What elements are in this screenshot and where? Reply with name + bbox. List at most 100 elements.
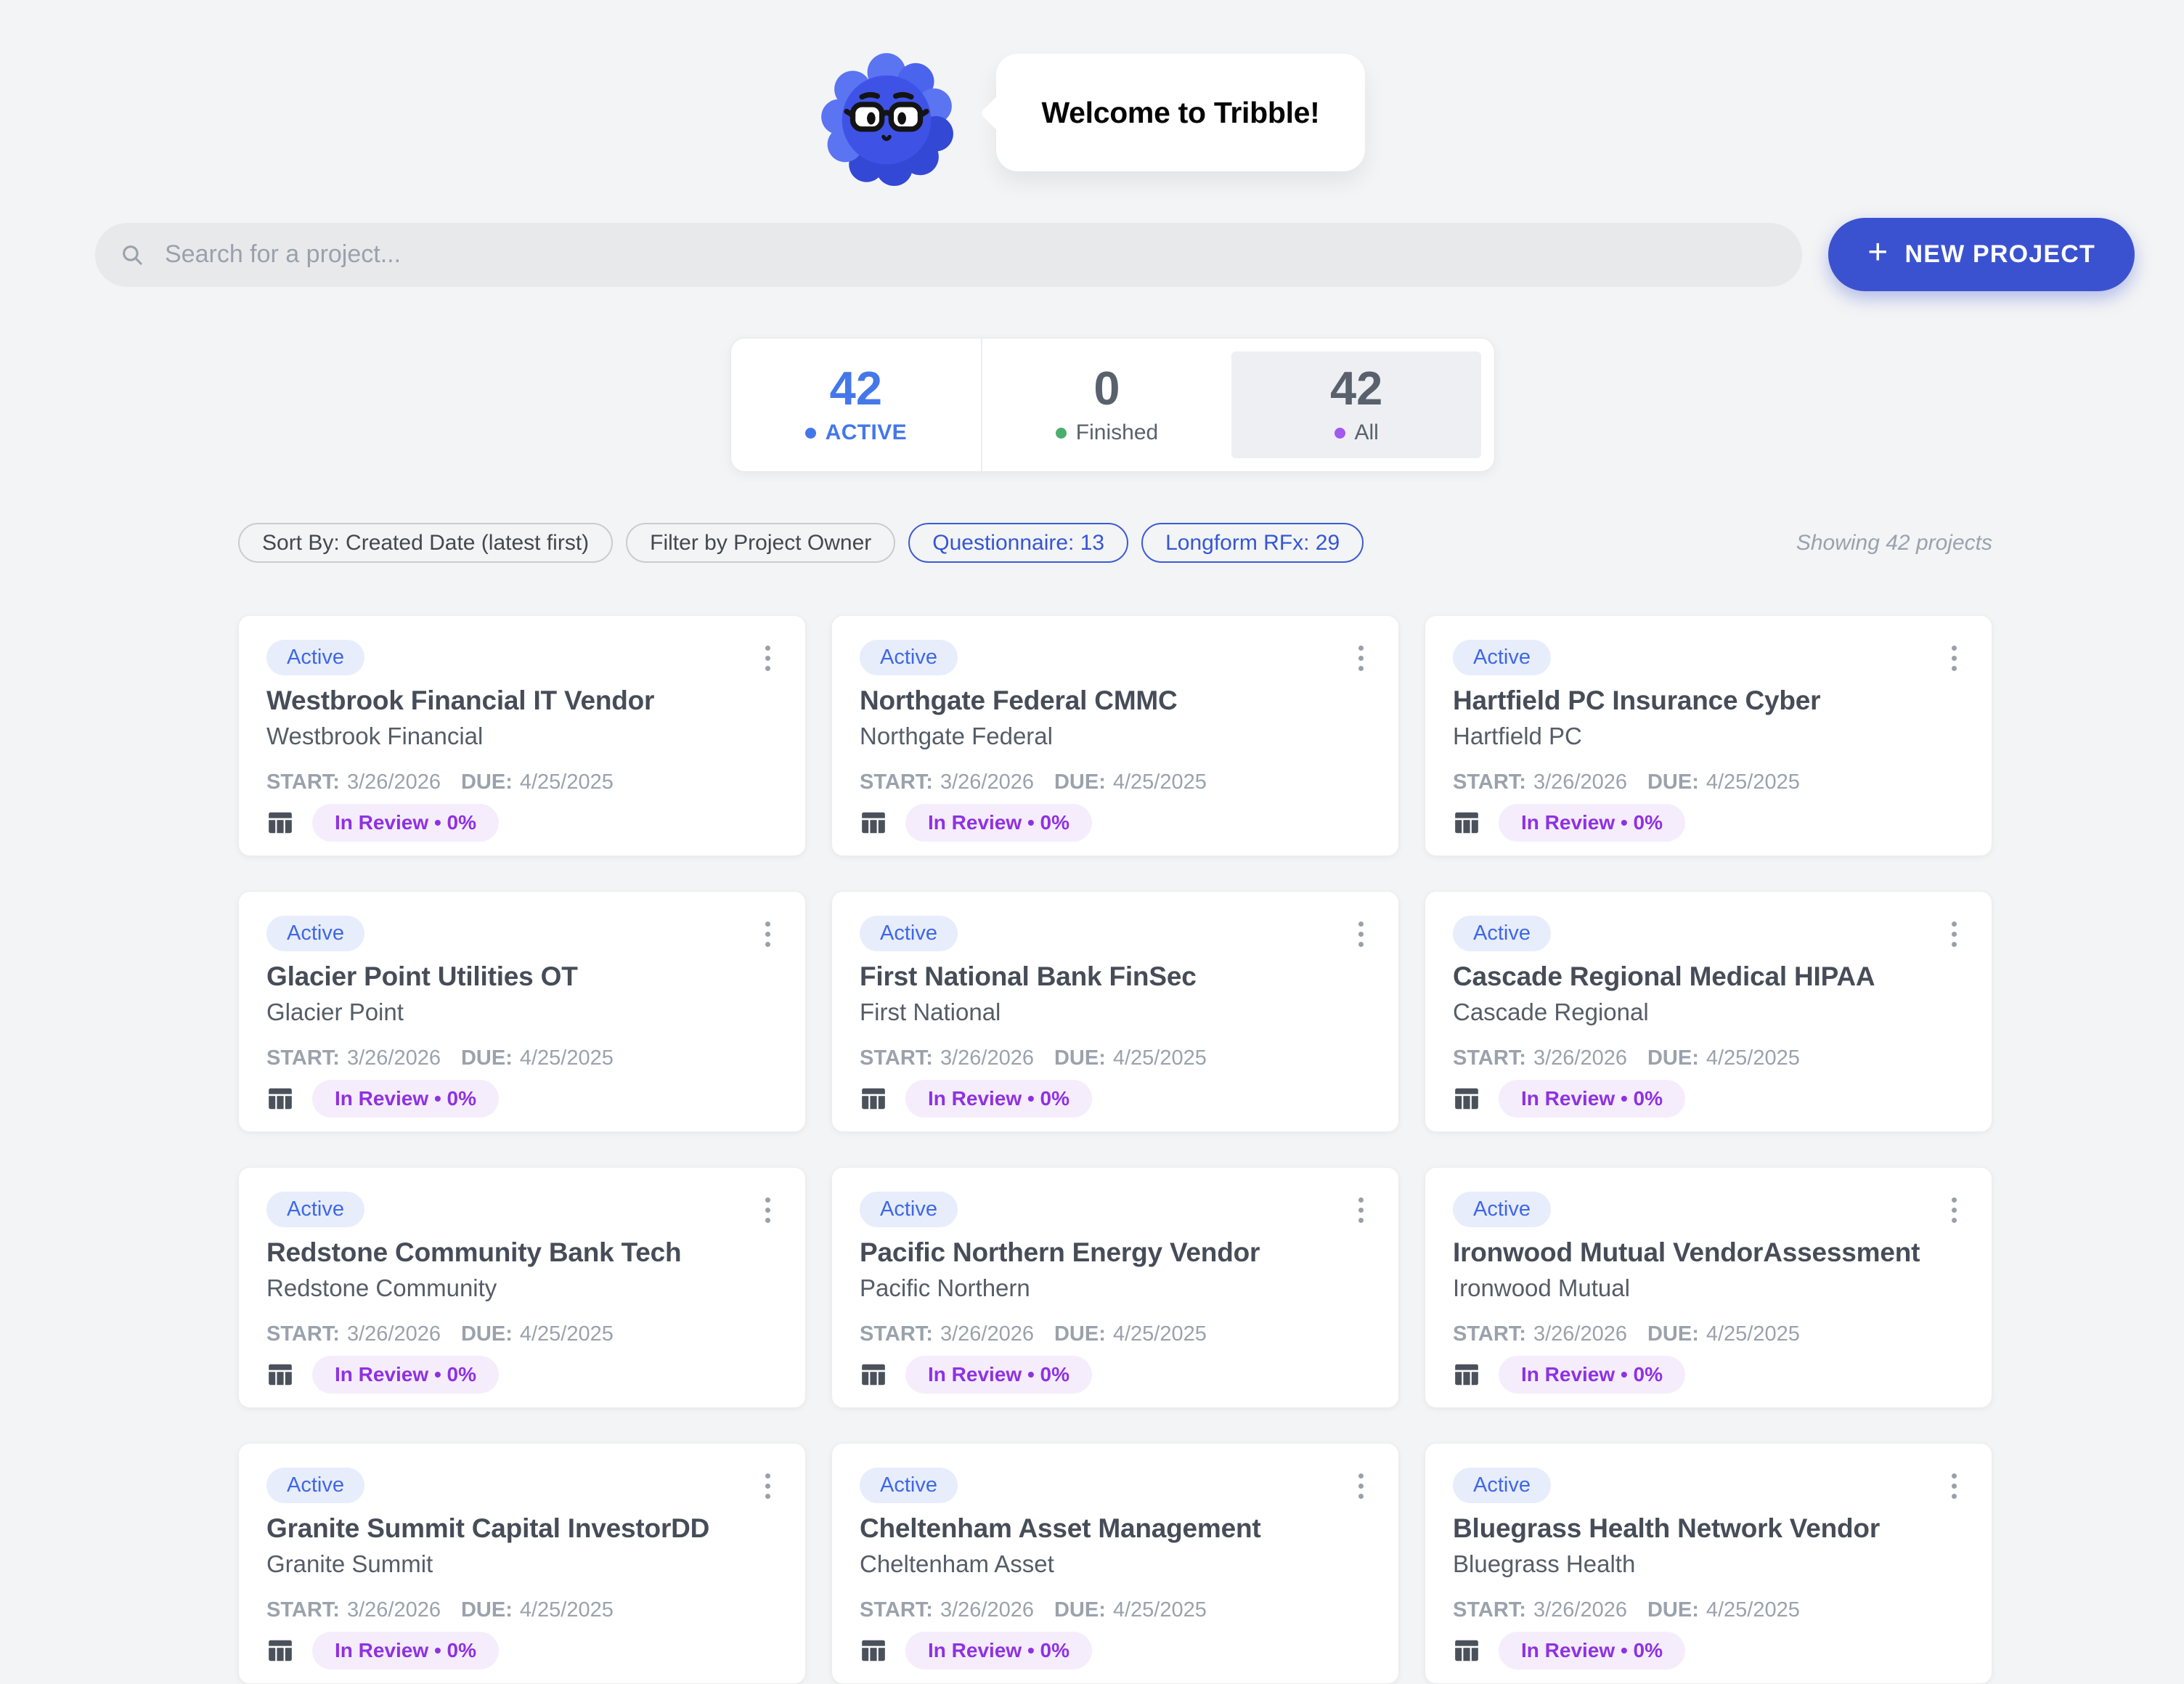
project-company: Ironwood Mutual [1453,1274,1963,1303]
kebab-dot-icon [1952,922,1957,927]
project-company: Granite Summit [266,1550,776,1579]
status-badge: Active [266,1468,364,1503]
project-title: First National Bank FinSec [860,961,1369,993]
project-title: Ironwood Mutual VendorAssessment [1453,1237,1963,1269]
project-dates: START: 3/26/2026 DUE: 4/25/2025 [1453,1598,1963,1622]
project-card[interactable]: Active Westbrook Financial IT Vendor Wes… [238,615,806,856]
progress-badge: In Review • 0% [905,1356,1092,1394]
status-badge: Active [860,916,958,951]
project-card[interactable]: Active Bluegrass Health Network Vendor B… [1425,1443,1992,1684]
project-card[interactable]: Active Ironwood Mutual VendorAssessment … [1425,1167,1992,1408]
kebab-menu-button[interactable] [1353,640,1369,677]
project-card[interactable]: Active Cascade Regional Medical HIPAA Ca… [1425,891,1992,1132]
project-company: First National [860,998,1369,1027]
start-label: START: [860,770,933,794]
kebab-dot-icon [765,646,770,651]
kebab-menu-button[interactable] [1353,1192,1369,1229]
search-input[interactable] [163,240,1777,269]
project-dates: START: 3/26/2026 DUE: 4/25/2025 [266,770,776,794]
table-icon [860,1637,887,1664]
start-date: 3/26/2026 [940,1598,1034,1622]
project-card[interactable]: Active Pacific Northern Energy Vendor Pa… [831,1167,1399,1408]
kebab-dot-icon [1358,646,1364,651]
kebab-dot-icon [765,942,770,947]
stat-all-tab[interactable]: 42 All [1231,351,1481,458]
due-date: 4/25/2025 [1113,770,1207,794]
all-dot-icon [1335,428,1345,439]
start-label: START: [266,1322,340,1346]
project-card[interactable]: Active Cheltenham Asset Management Chelt… [831,1443,1399,1684]
due-date: 4/25/2025 [1113,1046,1207,1070]
all-label: All [1355,420,1379,445]
welcome-text: Welcome to Tribble! [1041,96,1319,130]
toolbar: + NEW PROJECT [95,218,2135,291]
kebab-menu-button[interactable] [759,1192,776,1229]
kebab-dot-icon [1952,666,1957,671]
project-dates: START: 3/26/2026 DUE: 4/25/2025 [1453,770,1963,794]
project-dates: START: 3/26/2026 DUE: 4/25/2025 [860,1598,1369,1622]
plus-icon: + [1867,235,1888,270]
stat-active-tab[interactable]: 42 ACTIVE [731,338,981,471]
new-project-button[interactable]: + NEW PROJECT [1828,218,2135,291]
kebab-menu-button[interactable] [1946,640,1963,677]
kebab-dot-icon [1358,1473,1364,1478]
project-title: Bluegrass Health Network Vendor [1453,1513,1963,1545]
due-date: 4/25/2025 [520,1598,614,1622]
finished-count: 0 [1093,365,1120,412]
kebab-menu-button[interactable] [759,1468,776,1505]
filter-owner-chip[interactable]: Filter by Project Owner [626,523,895,563]
project-title: Pacific Northern Energy Vendor [860,1237,1369,1269]
project-company: Northgate Federal [860,722,1369,751]
table-icon [860,1085,887,1113]
kebab-dot-icon [1358,1484,1364,1489]
start-date: 3/26/2026 [1533,1598,1627,1622]
stat-finished-tab[interactable]: 0 Finished [981,338,1232,471]
questionnaire-chip[interactable]: Questionnaire: 13 [908,523,1128,563]
kebab-menu-button[interactable] [1353,916,1369,953]
tribble-mascot-logo [819,51,954,186]
kebab-menu-button[interactable] [1946,916,1963,953]
project-card[interactable]: Active Redstone Community Bank Tech Reds… [238,1167,806,1408]
kebab-menu-button[interactable] [1946,1192,1963,1229]
start-label: START: [266,1046,340,1070]
project-title: Hartfield PC Insurance Cyber [1453,685,1963,717]
project-card[interactable]: Active Granite Summit Capital InvestorDD… [238,1443,806,1684]
progress-badge: In Review • 0% [1499,804,1685,842]
start-label: START: [1453,770,1526,794]
kebab-menu-button[interactable] [1946,1468,1963,1505]
kebab-dot-icon [1358,656,1364,661]
status-badge: Active [1453,1192,1551,1227]
table-icon [1453,809,1480,837]
kebab-dot-icon [765,1197,770,1203]
kebab-dot-icon [1952,1197,1957,1203]
longform-rfx-chip[interactable]: Longform RFx: 29 [1141,523,1364,563]
project-dates: START: 3/26/2026 DUE: 4/25/2025 [860,770,1369,794]
sort-by-chip[interactable]: Sort By: Created Date (latest first) [238,523,613,563]
kebab-menu-button[interactable] [759,916,776,953]
project-card[interactable]: Active First National Bank FinSec First … [831,891,1399,1132]
project-stats-card: 42 ACTIVE 0 Finished 42 All [730,338,1495,472]
project-card[interactable]: Active Hartfield PC Insurance Cyber Hart… [1425,615,1992,856]
table-icon [266,1637,294,1664]
active-dot-icon [805,428,816,439]
project-card[interactable]: Active Glacier Point Utilities OT Glacie… [238,891,806,1132]
project-dates: START: 3/26/2026 DUE: 4/25/2025 [860,1322,1369,1346]
start-label: START: [860,1046,933,1070]
kebab-dot-icon [1952,1494,1957,1499]
project-card[interactable]: Active Northgate Federal CMMC Northgate … [831,615,1399,856]
start-label: START: [1453,1598,1526,1622]
start-label: START: [266,770,340,794]
table-icon [1453,1361,1480,1388]
kebab-menu-button[interactable] [759,640,776,677]
search-icon [120,243,144,267]
due-date: 4/25/2025 [520,1322,614,1346]
project-title: Cascade Regional Medical HIPAA [1453,961,1963,993]
progress-badge: In Review • 0% [905,1632,1092,1669]
kebab-menu-button[interactable] [1353,1468,1369,1505]
status-badge: Active [266,916,364,951]
kebab-dot-icon [765,656,770,661]
search-bar [95,223,1802,287]
due-label: DUE: [461,1046,513,1070]
kebab-dot-icon [1952,1218,1957,1223]
filter-row: Sort By: Created Date (latest first) Fil… [238,523,1992,563]
